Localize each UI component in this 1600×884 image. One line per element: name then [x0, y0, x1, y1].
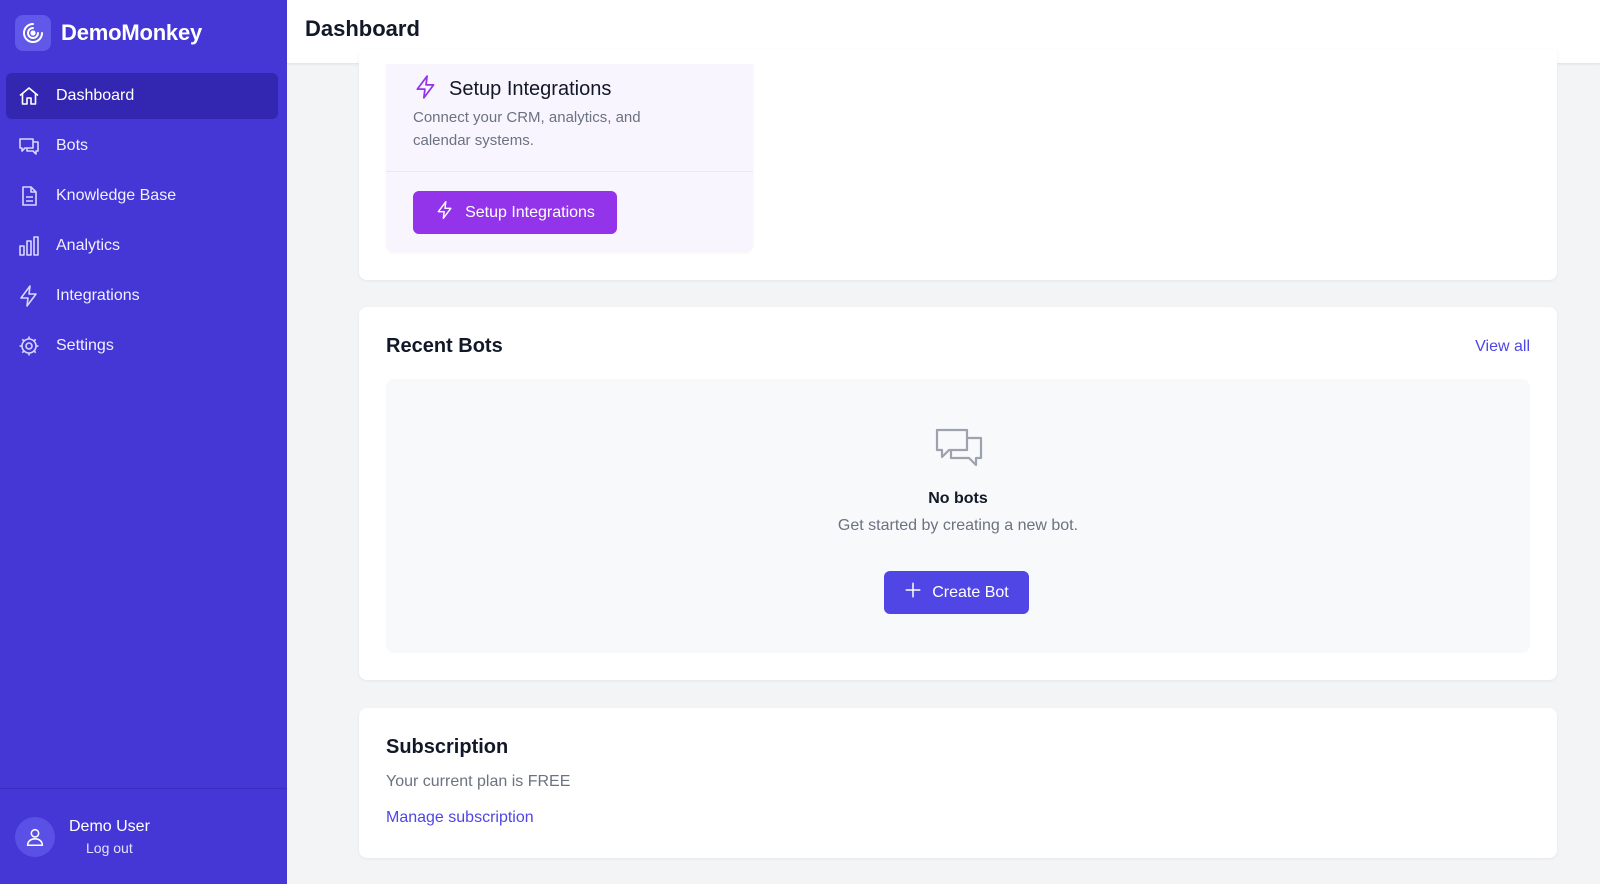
- brand[interactable]: DemoMonkey: [15, 15, 202, 51]
- manage-subscription-link[interactable]: Manage subscription: [386, 809, 534, 827]
- setup-integrations-button[interactable]: Setup Integrations: [413, 191, 617, 234]
- chat-icon: [16, 133, 42, 159]
- bar-chart-icon: [16, 233, 42, 259]
- empty-state-title: No bots: [928, 490, 988, 507]
- button-label: Setup Integrations: [465, 203, 595, 221]
- setup-card: Setup Integrations Connect your CRM, ana…: [359, 50, 1557, 280]
- integrations-title: Setup Integrations: [449, 78, 612, 100]
- empty-state: No bots Get started by creating a new bo…: [386, 379, 1530, 653]
- user-info: Demo User Log out: [69, 818, 150, 856]
- sidebar-nav: Dashboard Bots Knowledge Base Analytics …: [6, 73, 278, 373]
- brand-logo-icon: [15, 15, 51, 51]
- sidebar-item-dashboard[interactable]: Dashboard: [6, 73, 278, 119]
- gear-icon: [16, 333, 42, 359]
- sidebar-item-label: Analytics: [56, 237, 121, 254]
- divider: [386, 171, 753, 172]
- home-icon: [16, 83, 42, 109]
- create-bot-button[interactable]: Create Bot: [884, 571, 1029, 614]
- sidebar: DemoMonkey Dashboard Bots Knowledge Base…: [0, 0, 287, 884]
- bolt-icon: [435, 200, 465, 225]
- bolt-icon: [413, 74, 439, 105]
- plus-icon: [904, 581, 932, 604]
- subscription-plan-text: Your current plan is FREE: [386, 773, 571, 790]
- sidebar-item-label: Dashboard: [56, 87, 135, 104]
- bolt-icon: [16, 283, 42, 309]
- integrations-panel: Setup Integrations Connect your CRM, ana…: [386, 64, 753, 252]
- user-panel: Demo User Log out: [0, 788, 287, 884]
- sidebar-item-label: Bots: [56, 137, 89, 154]
- user-avatar-icon[interactable]: [15, 816, 55, 857]
- user-name: Demo User: [69, 817, 150, 835]
- integrations-header: Setup Integrations: [413, 74, 611, 105]
- empty-state-description: Get started by creating a new bot.: [837, 517, 1079, 534]
- sidebar-item-label: Knowledge Base: [56, 187, 177, 204]
- sidebar-item-bots[interactable]: Bots: [6, 123, 278, 169]
- sidebar-item-label: Settings: [56, 337, 114, 354]
- chat-bubbles-icon: [933, 426, 985, 476]
- sidebar-item-integrations[interactable]: Integrations: [6, 273, 278, 319]
- page-title: Dashboard: [305, 16, 420, 41]
- brand-name: DemoMonkey: [61, 20, 203, 45]
- sidebar-item-label: Integrations: [56, 287, 140, 304]
- view-all-link[interactable]: View all: [1475, 338, 1530, 356]
- subscription-title: Subscription: [386, 736, 509, 758]
- sidebar-item-knowledge-base[interactable]: Knowledge Base: [6, 173, 278, 219]
- subscription-card: Subscription Your current plan is FREE M…: [359, 708, 1557, 858]
- sidebar-item-settings[interactable]: Settings: [6, 323, 278, 369]
- button-label: Create Bot: [932, 583, 1009, 601]
- logout-link[interactable]: Log out: [69, 840, 150, 856]
- integrations-description: Connect your CRM, analytics, and calenda…: [413, 109, 641, 149]
- document-icon: [16, 183, 42, 209]
- recent-bots-card: Recent Bots View all No bots Get started…: [359, 307, 1557, 680]
- sidebar-item-analytics[interactable]: Analytics: [6, 223, 278, 269]
- recent-bots-title: Recent Bots: [386, 335, 503, 357]
